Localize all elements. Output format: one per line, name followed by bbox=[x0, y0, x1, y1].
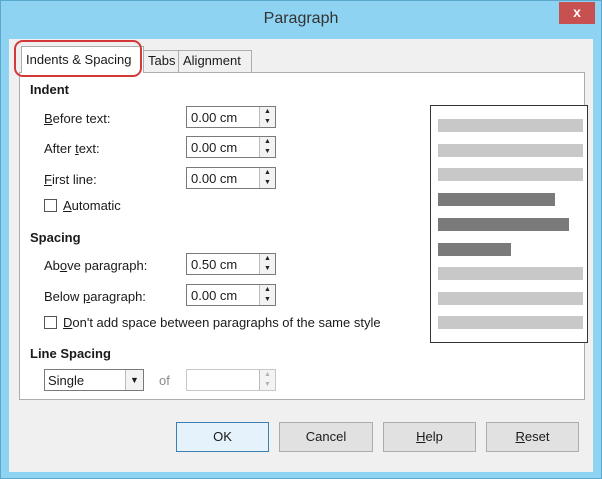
tab-label: Alignment bbox=[183, 53, 241, 68]
before-text-value[interactable]: 0.00 cm bbox=[191, 110, 237, 125]
line-spacing-dropdown[interactable]: Single ▼ bbox=[44, 369, 144, 391]
spin-up-icon[interactable]: ▲ bbox=[260, 370, 275, 380]
spin-up-icon[interactable]: ▲ bbox=[260, 137, 275, 147]
tab-indents-spacing[interactable]: Indents & Spacing bbox=[21, 46, 144, 73]
preview-line bbox=[438, 144, 583, 157]
spin-buttons: ▲ ▼ bbox=[259, 285, 275, 305]
dont-add-space-checkbox[interactable] bbox=[44, 316, 57, 329]
spin-down-icon[interactable]: ▼ bbox=[260, 147, 275, 157]
title-bar[interactable]: Paragraph x bbox=[1, 1, 601, 39]
first-line-label: First line: bbox=[44, 172, 97, 187]
below-paragraph-label: Below paragraph: bbox=[44, 289, 146, 304]
dialog-window: Paragraph x Indents & Spacing Tabs Align… bbox=[0, 0, 602, 479]
line-spacing-heading: Line Spacing bbox=[30, 346, 111, 361]
spin-up-icon[interactable]: ▲ bbox=[260, 285, 275, 295]
preview-line-current bbox=[438, 243, 511, 256]
spin-down-icon[interactable]: ▼ bbox=[260, 117, 275, 127]
spin-buttons: ▲ ▼ bbox=[259, 370, 275, 390]
dont-add-space-label[interactable]: Don't add space between paragraphs of th… bbox=[63, 315, 381, 330]
spin-buttons: ▲ ▼ bbox=[259, 107, 275, 127]
preview-line bbox=[438, 316, 583, 329]
preview-line bbox=[438, 168, 583, 181]
of-label: of bbox=[159, 373, 170, 388]
dialog-body: Indents & Spacing Tabs Alignment Indent … bbox=[9, 39, 593, 472]
spin-down-icon[interactable]: ▼ bbox=[260, 264, 275, 274]
first-line-spinbox[interactable]: 0.00 cm ▲ ▼ bbox=[186, 167, 276, 189]
above-paragraph-value[interactable]: 0.50 cm bbox=[191, 257, 237, 272]
preview-line-current bbox=[438, 218, 569, 231]
tab-alignment[interactable]: Alignment bbox=[178, 50, 252, 72]
chevron-down-icon[interactable]: ▼ bbox=[125, 370, 143, 390]
tab-label: Indents & Spacing bbox=[26, 52, 132, 67]
before-text-spinbox[interactable]: 0.00 cm ▲ ▼ bbox=[186, 106, 276, 128]
dialog-title: Paragraph bbox=[263, 10, 339, 27]
indent-heading: Indent bbox=[30, 82, 69, 97]
spin-down-icon[interactable]: ▼ bbox=[260, 380, 275, 390]
line-spacing-selected: Single bbox=[48, 373, 85, 388]
spin-buttons: ▲ ▼ bbox=[259, 254, 275, 274]
spin-buttons: ▲ ▼ bbox=[259, 137, 275, 157]
preview-line bbox=[438, 267, 583, 280]
spin-up-icon[interactable]: ▲ bbox=[260, 168, 275, 178]
spin-down-icon[interactable]: ▼ bbox=[260, 178, 275, 188]
spin-up-icon[interactable]: ▲ bbox=[260, 107, 275, 117]
after-text-value[interactable]: 0.00 cm bbox=[191, 140, 237, 155]
first-line-value[interactable]: 0.00 cm bbox=[191, 171, 237, 186]
spacing-heading: Spacing bbox=[30, 230, 81, 245]
above-paragraph-label: Above paragraph: bbox=[44, 258, 148, 273]
close-button[interactable]: x bbox=[559, 2, 595, 24]
line-spacing-of-spinbox[interactable]: ▲ ▼ bbox=[186, 369, 276, 391]
spin-up-icon[interactable]: ▲ bbox=[260, 254, 275, 264]
tab-label: Tabs bbox=[148, 53, 176, 68]
tab-tabs[interactable]: Tabs bbox=[143, 50, 179, 72]
above-paragraph-spinbox[interactable]: 0.50 cm ▲ ▼ bbox=[186, 253, 276, 275]
before-text-label: Before text: bbox=[44, 111, 111, 126]
close-icon: x bbox=[573, 4, 581, 20]
preview-line bbox=[438, 292, 583, 305]
spin-down-icon[interactable]: ▼ bbox=[260, 295, 275, 305]
spin-buttons: ▲ ▼ bbox=[259, 168, 275, 188]
paragraph-preview bbox=[430, 105, 588, 343]
tab-panel-indents-spacing: Indent Before text: 0.00 cm ▲ ▼ After te… bbox=[19, 72, 588, 400]
below-paragraph-value[interactable]: 0.00 cm bbox=[191, 288, 237, 303]
below-paragraph-spinbox[interactable]: 0.00 cm ▲ ▼ bbox=[186, 284, 276, 306]
reset-button[interactable]: Reset bbox=[486, 422, 579, 452]
ok-button[interactable]: OK bbox=[176, 422, 269, 452]
after-text-spinbox[interactable]: 0.00 cm ▲ ▼ bbox=[186, 136, 276, 158]
cancel-button[interactable]: Cancel bbox=[279, 422, 373, 452]
preview-line bbox=[438, 119, 583, 132]
after-text-label: After text: bbox=[44, 141, 100, 156]
preview-line-current bbox=[438, 193, 555, 206]
help-button[interactable]: Help bbox=[383, 422, 476, 452]
automatic-label[interactable]: Automatic bbox=[63, 198, 121, 213]
automatic-checkbox[interactable] bbox=[44, 199, 57, 212]
